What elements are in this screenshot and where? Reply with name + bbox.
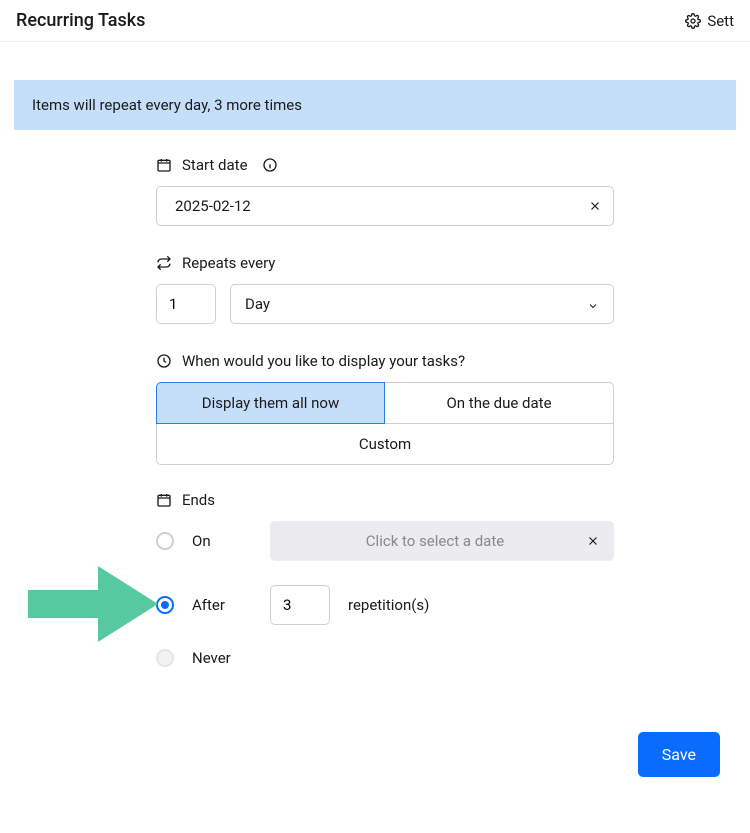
display-label: When would you like to display your task… (182, 352, 465, 370)
display-option-all-now[interactable]: Display them all now (156, 382, 385, 424)
repeats-label: Repeats every (182, 254, 275, 272)
clock-icon (156, 353, 172, 369)
display-option-due-date[interactable]: On the due date (385, 382, 614, 424)
save-button[interactable]: Save (638, 732, 720, 777)
start-date-label: Start date (182, 156, 248, 174)
ends-on-label: On (192, 532, 252, 550)
ends-after-radio[interactable] (156, 596, 174, 614)
display-options: Display them all now On the due date Cus… (156, 382, 614, 465)
repeat-unit-select[interactable]: Day (230, 284, 614, 324)
ends-label-row: Ends (156, 491, 614, 509)
repeat-interval-input[interactable] (156, 284, 216, 324)
ends-on-date-input[interactable]: Click to select a date (270, 521, 614, 561)
repeats-label-row: Repeats every (156, 254, 614, 272)
recurrence-summary-notice: Items will repeat every day, 3 more time… (14, 80, 736, 130)
display-option-custom[interactable]: Custom (156, 424, 614, 465)
calendar-icon (156, 492, 172, 508)
start-date-label-row: Start date (156, 156, 614, 174)
recurring-form: Start date Repeats every Day (156, 156, 614, 667)
clear-end-date-icon[interactable] (586, 534, 600, 548)
header: Recurring Tasks Sett (0, 0, 750, 42)
chevron-down-icon (587, 298, 599, 310)
info-icon[interactable] (262, 157, 278, 173)
start-date-input[interactable] (156, 186, 614, 226)
ends-never-label: Never (192, 649, 252, 667)
ends-option-after: After repetition(s) (156, 585, 614, 625)
repeat-icon (156, 255, 172, 271)
calendar-icon (156, 157, 172, 173)
gear-icon (685, 13, 701, 29)
pointer-arrow-annotation (28, 560, 158, 648)
start-date-input-wrap (156, 186, 614, 226)
repeats-row: Day (156, 284, 614, 324)
repetition-suffix: repetition(s) (348, 596, 429, 614)
ends-on-placeholder: Click to select a date (284, 532, 586, 550)
settings-button[interactable]: Sett (685, 12, 734, 30)
ends-option-never: Never (156, 649, 614, 667)
page-title: Recurring Tasks (16, 10, 145, 31)
ends-label: Ends (182, 491, 215, 509)
display-label-row: When would you like to display your task… (156, 352, 614, 370)
ends-on-radio[interactable] (156, 532, 174, 550)
ends-never-radio[interactable] (156, 649, 174, 667)
clear-start-date-icon[interactable] (588, 199, 602, 213)
ends-option-on: On Click to select a date (156, 521, 614, 561)
settings-label: Sett (707, 12, 734, 30)
repeat-unit-label: Day (245, 295, 270, 313)
ends-after-label: After (192, 596, 252, 614)
repetition-count-input[interactable] (270, 585, 330, 625)
